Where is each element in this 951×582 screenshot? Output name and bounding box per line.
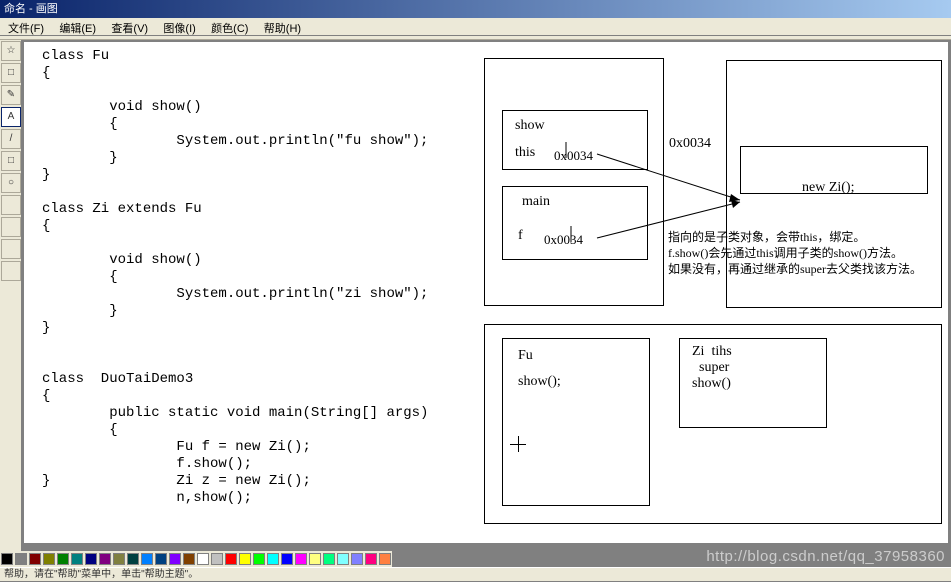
- color-swatch[interactable]: [253, 553, 265, 565]
- menu-view[interactable]: 查看(V): [105, 18, 154, 38]
- note-line3: 如果没有，再通过继承的super去父类找该方法。: [668, 260, 922, 277]
- color-swatch[interactable]: [85, 553, 97, 565]
- note-line2: f.show()会先通过this调用子类的show()方法。: [668, 244, 903, 261]
- color-swatch[interactable]: [239, 553, 251, 565]
- color-swatch[interactable]: [225, 553, 237, 565]
- color-swatch[interactable]: [211, 553, 223, 565]
- watermark: http://blog.csdn.net/qq_37958360: [706, 548, 945, 565]
- frame-main-var: f: [518, 228, 530, 244]
- color-swatch[interactable]: [155, 553, 167, 565]
- class-fu-method: show();: [518, 374, 561, 390]
- heap-newzi: new Zi();: [802, 180, 854, 196]
- color-swatch[interactable]: [365, 553, 377, 565]
- color-swatch[interactable]: [141, 553, 153, 565]
- tool-other1[interactable]: [1, 195, 21, 215]
- menu-color[interactable]: 颜色(C): [205, 18, 254, 38]
- frame-main-addr: 0x0034: [544, 232, 583, 248]
- tool-other2[interactable]: [1, 217, 21, 237]
- color-swatch[interactable]: [267, 553, 279, 565]
- color-swatch[interactable]: [379, 553, 391, 565]
- color-swatch[interactable]: [295, 553, 307, 565]
- tool-rectangle[interactable]: □: [1, 151, 21, 171]
- color-swatch[interactable]: [183, 553, 195, 565]
- menu-bar: 文件(F) 编辑(E) 查看(V) 图像(I) 颜色(C) 帮助(H): [0, 18, 951, 36]
- color-swatch[interactable]: [99, 553, 111, 565]
- class-fu-name: Fu: [518, 348, 533, 364]
- window-title: 命名 - 画图: [0, 0, 951, 18]
- frame-main-title: main: [522, 194, 550, 210]
- cursor-cross-icon: [510, 436, 526, 452]
- tool-other4[interactable]: [1, 261, 21, 281]
- menu-file[interactable]: 文件(F): [2, 18, 50, 38]
- color-swatch[interactable]: [197, 553, 209, 565]
- color-swatch[interactable]: [323, 553, 335, 565]
- color-swatch[interactable]: [337, 553, 349, 565]
- tool-select[interactable]: □: [1, 63, 21, 83]
- class-zi-line2: super: [692, 360, 729, 376]
- tool-freeform-select[interactable]: ☆: [1, 41, 21, 61]
- status-bar: 帮助，请在"帮助"菜单中，单击"帮助主题"。: [0, 567, 951, 581]
- tool-ellipse[interactable]: ○: [1, 173, 21, 193]
- addr-heap: 0x0034: [669, 136, 711, 152]
- tool-other3[interactable]: [1, 239, 21, 259]
- class-zi-line3: show(): [692, 376, 731, 392]
- color-swatch[interactable]: [127, 553, 139, 565]
- note-line1: 指向的是子类对象，会带this，绑定。: [668, 228, 865, 245]
- class-zi-line1: Zi tihs: [692, 344, 732, 360]
- toolbox: ☆ □ ✎ A / □ ○: [0, 40, 22, 551]
- frame-show-addr: 0x0034: [554, 148, 593, 164]
- tool-text[interactable]: A: [1, 107, 21, 127]
- work-area: ☆ □ ✎ A / □ ○ class Fu { void show() { S…: [0, 40, 951, 551]
- frame-show-this: this: [515, 145, 539, 161]
- code-block: class Fu { void show() { System.out.prin…: [42, 48, 428, 507]
- color-swatch[interactable]: [1, 553, 13, 565]
- menu-edit[interactable]: 编辑(E): [53, 18, 102, 38]
- stack-panel: [484, 58, 664, 306]
- color-palette: [0, 551, 392, 567]
- menu-help[interactable]: 帮助(H): [258, 18, 307, 38]
- color-swatch[interactable]: [57, 553, 69, 565]
- tool-line[interactable]: /: [1, 129, 21, 149]
- color-swatch[interactable]: [169, 553, 181, 565]
- color-swatch[interactable]: [29, 553, 41, 565]
- color-swatch[interactable]: [15, 553, 27, 565]
- tool-pencil[interactable]: ✎: [1, 85, 21, 105]
- color-swatch[interactable]: [281, 553, 293, 565]
- color-swatch[interactable]: [43, 553, 55, 565]
- color-swatch[interactable]: [309, 553, 321, 565]
- color-swatch[interactable]: [71, 553, 83, 565]
- canvas[interactable]: class Fu { void show() { System.out.prin…: [24, 42, 948, 543]
- canvas-scroll[interactable]: class Fu { void show() { System.out.prin…: [22, 40, 951, 551]
- menu-image[interactable]: 图像(I): [157, 18, 201, 38]
- color-swatch[interactable]: [351, 553, 363, 565]
- color-swatch[interactable]: [113, 553, 125, 565]
- frame-show-title: show: [515, 118, 545, 134]
